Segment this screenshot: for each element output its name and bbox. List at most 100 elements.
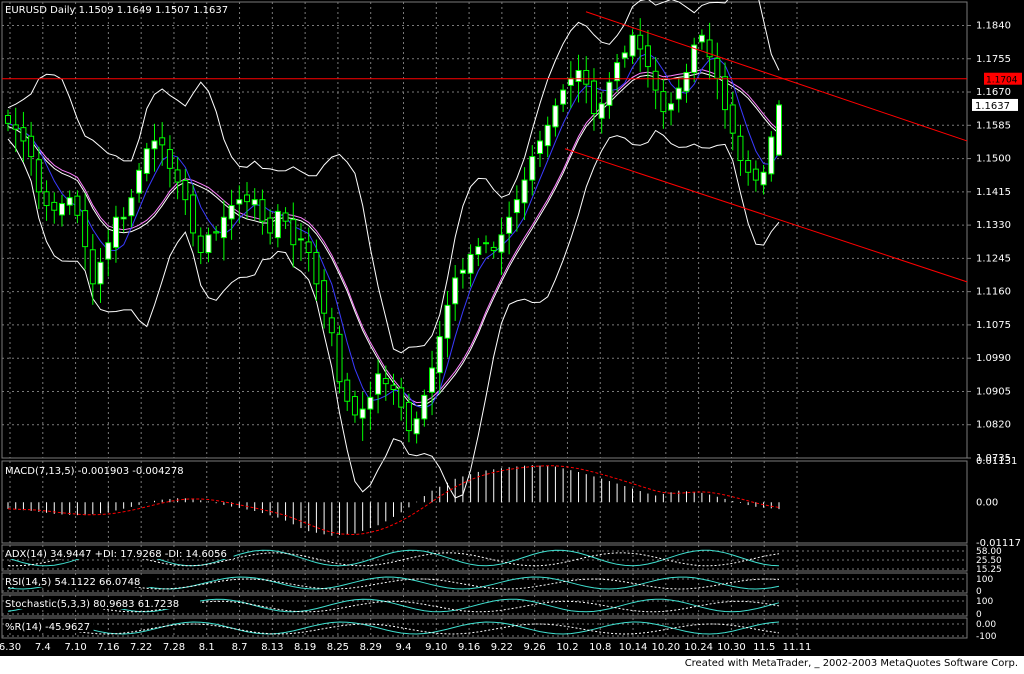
candle-body: [459, 269, 466, 274]
x-tick-label: 10.24: [684, 642, 713, 653]
y-tick-label: 1.1585: [976, 120, 1011, 131]
candle-body: [28, 135, 35, 158]
main-chart-title: EURUSD Daily 1.1509 1.1649 1.1507 1.1637: [5, 5, 228, 16]
x-tick-label: 7.28: [163, 642, 185, 653]
candle-body: [344, 379, 351, 402]
x-tick-label: 10.20: [652, 642, 681, 653]
candle-body: [590, 80, 597, 115]
candle-body: [297, 238, 304, 241]
indicator-panel-frame: [1, 617, 968, 639]
candle-body: [367, 396, 374, 410]
candle-body: [683, 71, 690, 92]
candle-body: [89, 249, 96, 285]
y-tick-label: 1.1160: [976, 287, 1011, 298]
candle-body: [51, 201, 58, 211]
x-tick-label: 10.8: [589, 642, 611, 653]
y-tick-label: 1.1330: [976, 220, 1011, 231]
x-tick-label: 8.29: [360, 642, 382, 653]
candle-body: [668, 103, 675, 111]
candle-body: [205, 234, 212, 254]
x-tick-label: 10.14: [619, 642, 648, 653]
candle-body: [544, 124, 551, 147]
x-tick-label: 8.7: [232, 642, 248, 653]
candle-body: [12, 124, 19, 130]
x-tick-label: 8.13: [261, 642, 283, 653]
candle-body: [120, 216, 127, 220]
candle-body: [660, 91, 667, 113]
candle-body: [629, 34, 636, 57]
candle-body: [644, 45, 651, 68]
candle-body: [768, 136, 775, 175]
x-tick-label: 7.4: [35, 642, 51, 653]
candle-body: [213, 231, 220, 234]
candle-body: [321, 280, 328, 314]
x-tick-label: 8.1: [199, 642, 215, 653]
candle-body: [722, 76, 729, 111]
candle-body: [506, 216, 513, 234]
x-tick-label: 10.30: [717, 642, 746, 653]
candle-body: [483, 242, 490, 245]
x-tick-label: 8.25: [327, 642, 349, 653]
candle-body: [490, 246, 497, 252]
macd-title: MACD(7,13,5) -0.001903 -0.004278: [5, 466, 184, 477]
y-tick-label: 1.1755: [976, 54, 1011, 65]
candle-body: [552, 105, 559, 128]
indicator-y-tick-label: 0.00: [976, 620, 996, 630]
candle-body: [675, 87, 682, 100]
candle-body: [752, 168, 759, 181]
candle-body: [166, 149, 173, 169]
x-tick-label: 7.22: [130, 642, 152, 653]
candle-body: [220, 216, 227, 239]
candle-body: [351, 396, 358, 416]
candle-body: [614, 62, 621, 82]
indicator-y-tick-label: -100: [976, 632, 997, 642]
indicator-title: RSI(14,5) 54.1122 66.0748: [5, 577, 140, 588]
candle-body: [35, 159, 42, 193]
candle-body: [390, 384, 397, 391]
candle-body: [105, 242, 112, 260]
indicator-title: ADX(14) 34.9447 +DI: 17.9268 -DI: 14.605…: [5, 549, 227, 560]
candle-body: [598, 103, 605, 119]
candle-body: [452, 277, 459, 305]
indicator-y-tick-label: 100: [976, 575, 993, 585]
horizontal-line-price-label: 1.1704: [986, 76, 1018, 86]
candle-body: [305, 241, 312, 254]
candle-body: [82, 210, 89, 248]
candle-body: [259, 199, 266, 222]
macd-y-tick-label: 0.00: [976, 497, 998, 508]
candle-body: [251, 199, 258, 206]
candle-body: [583, 69, 590, 85]
indicator-title: %R(14) -45.9627: [5, 622, 90, 633]
candle-body: [143, 148, 150, 174]
candle-body: [444, 304, 451, 339]
x-tick-label: 7.10: [64, 642, 86, 653]
candle-body: [128, 197, 135, 217]
candle-body: [521, 179, 528, 204]
indicator-title: Stochastic(5,3,3) 80.9683 61.7238: [5, 599, 179, 610]
candle-body: [575, 69, 582, 82]
y-tick-label: 1.1840: [976, 20, 1011, 31]
candle-body: [475, 246, 482, 255]
x-tick-label: 8.19: [294, 642, 316, 653]
candle-body: [228, 205, 235, 220]
candle-body: [267, 217, 274, 234]
candle-body: [190, 194, 197, 234]
candle-body: [43, 191, 50, 207]
indicator-y-tick-label: 100: [976, 597, 993, 607]
candle-body: [698, 34, 705, 43]
candle-body: [413, 418, 420, 435]
x-tick-label: 7.16: [97, 642, 119, 653]
x-tick-label: 9.4: [396, 642, 412, 653]
candle-body: [760, 171, 767, 186]
candle-body: [729, 104, 736, 134]
x-tick-label: 10.2: [556, 642, 578, 653]
candle-body: [159, 137, 166, 146]
candle-body: [112, 216, 119, 248]
y-tick-label: 1.1670: [976, 87, 1011, 98]
y-tick-label: 1.0820: [976, 420, 1011, 431]
x-tick-label: 9.16: [458, 642, 480, 653]
candle-body: [313, 252, 320, 285]
candle-body: [776, 104, 782, 156]
x-tick-label: 9.26: [524, 642, 546, 653]
trading-chart: 1.1840 1.1755 1.1670 1.1585 1.1500 1.1415 1.13…: [0, 0, 1022, 653]
